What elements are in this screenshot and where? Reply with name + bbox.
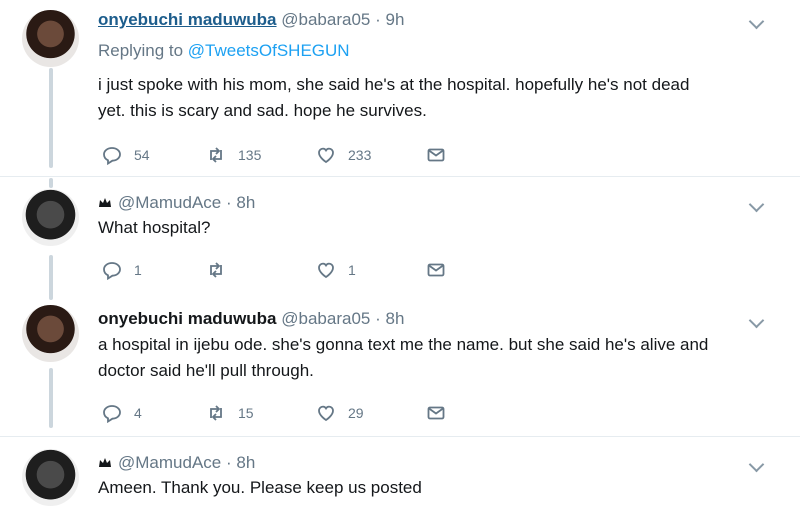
retweet-icon — [210, 147, 222, 163]
tweet-header: onyebuchi maduwuba @babara05 · 9h — [98, 10, 404, 30]
tweet-header: @MamudAce · 8h — [98, 193, 255, 213]
like-icon — [318, 262, 334, 279]
avatar[interactable] — [22, 189, 79, 246]
handle[interactable]: @babara05 — [281, 10, 370, 29]
tweet-text: What hospital? — [98, 215, 778, 241]
tweet-text: Ameen. Thank you. Please keep us posted — [98, 475, 778, 501]
chevron-down-icon[interactable] — [748, 13, 765, 30]
reply-button[interactable]: 54 — [102, 143, 150, 167]
tweet[interactable]: @MamudAce · 8h Ameen. Thank you. Please … — [0, 437, 800, 514]
reply-icon — [103, 262, 121, 280]
avatar[interactable] — [22, 449, 79, 506]
like-button[interactable]: 233 — [316, 143, 371, 167]
retweet-button[interactable] — [206, 258, 238, 282]
tweet-text-line: i just spoke with his mom, she said he's… — [98, 75, 690, 94]
like-button[interactable]: 1 — [316, 258, 356, 282]
tweet-header: onyebuchi maduwuba @babara05 · 8h — [98, 309, 404, 329]
timestamp[interactable]: 8h — [236, 193, 255, 212]
reply-count: 1 — [134, 262, 142, 278]
dm-icon — [427, 263, 445, 277]
reply-count: 54 — [134, 147, 150, 163]
like-count: 233 — [348, 147, 372, 163]
tweet-text: a hospital in ijebu ode. she's gonna tex… — [98, 332, 778, 384]
display-name[interactable]: onyebuchi maduwuba — [98, 10, 277, 29]
timestamp[interactable]: 9h — [386, 10, 405, 29]
dm-icon — [427, 148, 445, 162]
separator-dot: · — [375, 10, 381, 29]
dm-button[interactable] — [426, 143, 446, 167]
retweet-button[interactable]: 15 — [206, 401, 254, 425]
reply-icon — [103, 405, 121, 423]
handle[interactable]: @MamudAce — [118, 453, 221, 472]
chevron-down-icon[interactable] — [748, 196, 765, 213]
display-name[interactable]: onyebuchi maduwuba — [98, 309, 277, 328]
avatar[interactable] — [22, 305, 79, 362]
dm-button[interactable] — [426, 258, 446, 282]
reply-button[interactable]: 1 — [102, 258, 142, 282]
separator-dot: · — [225, 453, 232, 472]
tweet[interactable]: onyebuchi maduwuba @babara05 · 8h a hosp… — [0, 295, 800, 435]
handle[interactable]: @babara05 — [281, 309, 370, 328]
chevron-down-icon[interactable] — [748, 456, 765, 473]
reply-icon — [103, 147, 121, 165]
chevron-down-icon[interactable] — [748, 312, 765, 329]
timestamp[interactable]: 8h — [236, 453, 255, 472]
retweet-icon — [210, 262, 222, 278]
replying-to: Replying to @TweetsOfSHEGUN — [98, 41, 350, 61]
tweet-text-line: a hospital in ijebu ode. she's gonna tex… — [98, 335, 709, 354]
tweet-text-line: What hospital? — [98, 218, 211, 237]
tweet[interactable]: onyebuchi maduwuba @babara05 · 9h Replyi… — [0, 0, 800, 176]
tweet-text-line: Ameen. Thank you. Please keep us posted — [98, 478, 422, 497]
retweet-button[interactable]: 135 — [206, 143, 261, 167]
handle[interactable]: @MamudAce — [118, 193, 221, 212]
reply-button[interactable]: 4 — [102, 401, 142, 425]
reply-count: 4 — [134, 405, 142, 421]
avatar[interactable] — [22, 10, 79, 67]
separator-dot: · — [375, 309, 381, 328]
like-icon — [318, 405, 334, 422]
separator-dot: · — [225, 193, 232, 212]
crown-badge-icon — [99, 458, 111, 467]
dm-icon — [427, 406, 445, 420]
like-count: 29 — [348, 405, 364, 421]
tweet[interactable]: @MamudAce · 8h What hospital? 1 1 — [0, 177, 800, 285]
dm-button[interactable] — [426, 401, 446, 425]
retweet-icon — [210, 405, 222, 421]
retweet-count: 15 — [238, 405, 254, 421]
replying-to-link[interactable]: @TweetsOfSHEGUN — [188, 41, 350, 60]
tweet-text: i just spoke with his mom, she said he's… — [98, 72, 778, 124]
retweet-count: 135 — [238, 147, 262, 163]
crown-badge-icon — [99, 198, 111, 207]
like-button[interactable]: 29 — [316, 401, 364, 425]
like-count: 1 — [348, 262, 356, 278]
timestamp[interactable]: 8h — [386, 309, 405, 328]
replying-to-label: Replying to — [98, 41, 188, 60]
tweet-text-line: yet. this is scary and sad. hope he surv… — [98, 101, 427, 120]
tweet-header: @MamudAce · 8h — [98, 453, 255, 473]
tweet-text-line: doctor said he'll pull through. — [98, 361, 314, 380]
like-icon — [318, 147, 334, 164]
